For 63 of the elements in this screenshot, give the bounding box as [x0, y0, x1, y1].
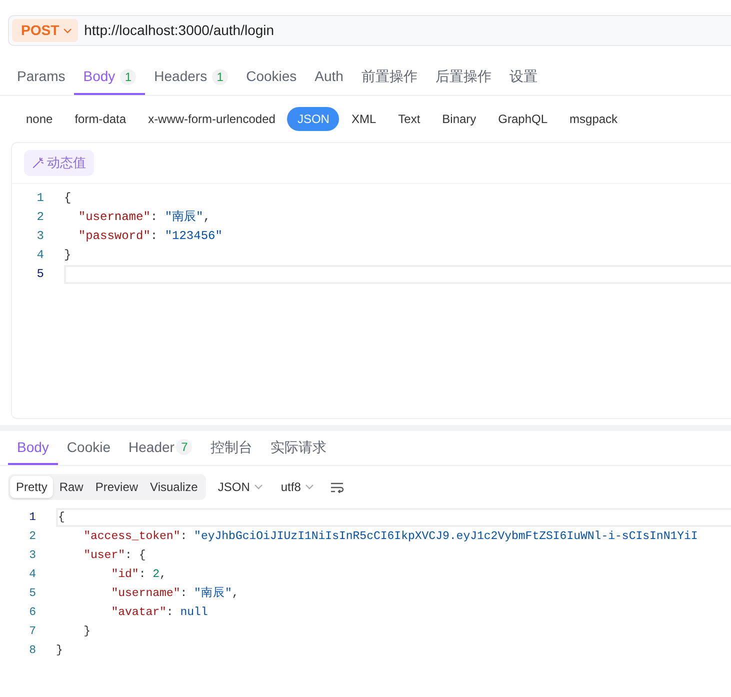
code-line: } [82, 624, 92, 640]
body-type-option[interactable]: none [16, 107, 63, 131]
line-number: 1 [28, 510, 36, 526]
code-line: "avatar": null [110, 605, 209, 621]
active-line-highlight: { [56, 508, 731, 527]
line-number: 6 [28, 604, 36, 621]
line-number: 2 [28, 528, 36, 545]
tab[interactable]: Header 7 [120, 431, 202, 465]
code-line: "user": { [82, 548, 147, 564]
code-line: "access_token": "eyJhbGciOiJIUzI1NiIsInR5cCI6IkpXVCJ9.eyJ1c2VybmFtZSI6IuWNl-i-sCIsInN1YiI [82, 529, 699, 545]
tab[interactable]: 前置操作 [352, 60, 426, 95]
tab[interactable]: Cookies [237, 60, 306, 95]
code-line: { [64, 190, 72, 206]
body-type-option[interactable]: msgpack [560, 107, 628, 131]
line-number: 8 [28, 642, 36, 659]
encoding-dropdown[interactable]: utf8 [274, 476, 320, 498]
code-line: "password": "123456" [77, 228, 224, 244]
count-badge: 7 [176, 439, 192, 455]
line-number: 3 [36, 228, 44, 245]
tab[interactable]: Body 1 [74, 60, 146, 95]
magic-wand-icon [32, 156, 44, 169]
tab[interactable]: 控制台 [201, 431, 262, 465]
line-number: 4 [36, 247, 44, 264]
body-type-option[interactable]: Binary [432, 107, 486, 131]
code-line: "username": "南辰", [110, 586, 240, 602]
body-type-option[interactable]: form-data [64, 107, 136, 131]
tab[interactable]: Auth [306, 60, 352, 95]
view-mode-tab[interactable]: Visualize [144, 476, 204, 498]
code-line: } [64, 246, 72, 264]
view-mode-tab[interactable]: Pretty [10, 476, 54, 498]
caret-icon [304, 484, 314, 490]
tab[interactable]: Headers 1 [145, 60, 238, 95]
tab[interactable]: Body [8, 431, 58, 465]
caret-icon [254, 484, 263, 490]
body-type-option[interactable]: XML [341, 107, 386, 131]
tab[interactable]: Params [8, 60, 74, 95]
line-number: 1 [36, 190, 44, 207]
line-number: 5 [36, 266, 44, 283]
count-badge: 1 [212, 68, 228, 84]
body-type-option[interactable]: JSON [287, 107, 340, 131]
url-field[interactable]: POST http://localhost:3000/auth/login [8, 15, 731, 46]
tab[interactable]: 后置操作 [426, 60, 500, 95]
body-type-option[interactable]: GraphQL [488, 107, 558, 131]
line-number: 2 [36, 209, 44, 226]
line-number: 4 [28, 566, 36, 583]
code-line: } [56, 643, 64, 659]
line-number: 3 [28, 548, 36, 564]
dynamic-value-button[interactable]: 动态值 [24, 150, 94, 176]
body-type-option[interactable]: x-www-form-urlencoded [138, 107, 286, 131]
code-line: "username": "南辰", [77, 208, 212, 226]
code-line: "id": 2, [110, 567, 168, 583]
tab[interactable]: 设置 [500, 60, 546, 95]
view-mode-tab[interactable]: Preview [89, 476, 144, 498]
view-mode-tab[interactable]: Raw [53, 476, 90, 498]
tab[interactable]: Cookie [58, 431, 120, 465]
line-number: 7 [28, 624, 36, 640]
tab[interactable]: 实际请求 [261, 431, 336, 465]
format-dropdown[interactable]: JSON [212, 476, 269, 498]
caret-icon [63, 28, 72, 34]
count-badge: 1 [120, 68, 136, 84]
line-number: 5 [28, 586, 36, 602]
body-type-option[interactable]: Text [388, 107, 430, 131]
word-wrap-icon[interactable] [330, 482, 344, 492]
